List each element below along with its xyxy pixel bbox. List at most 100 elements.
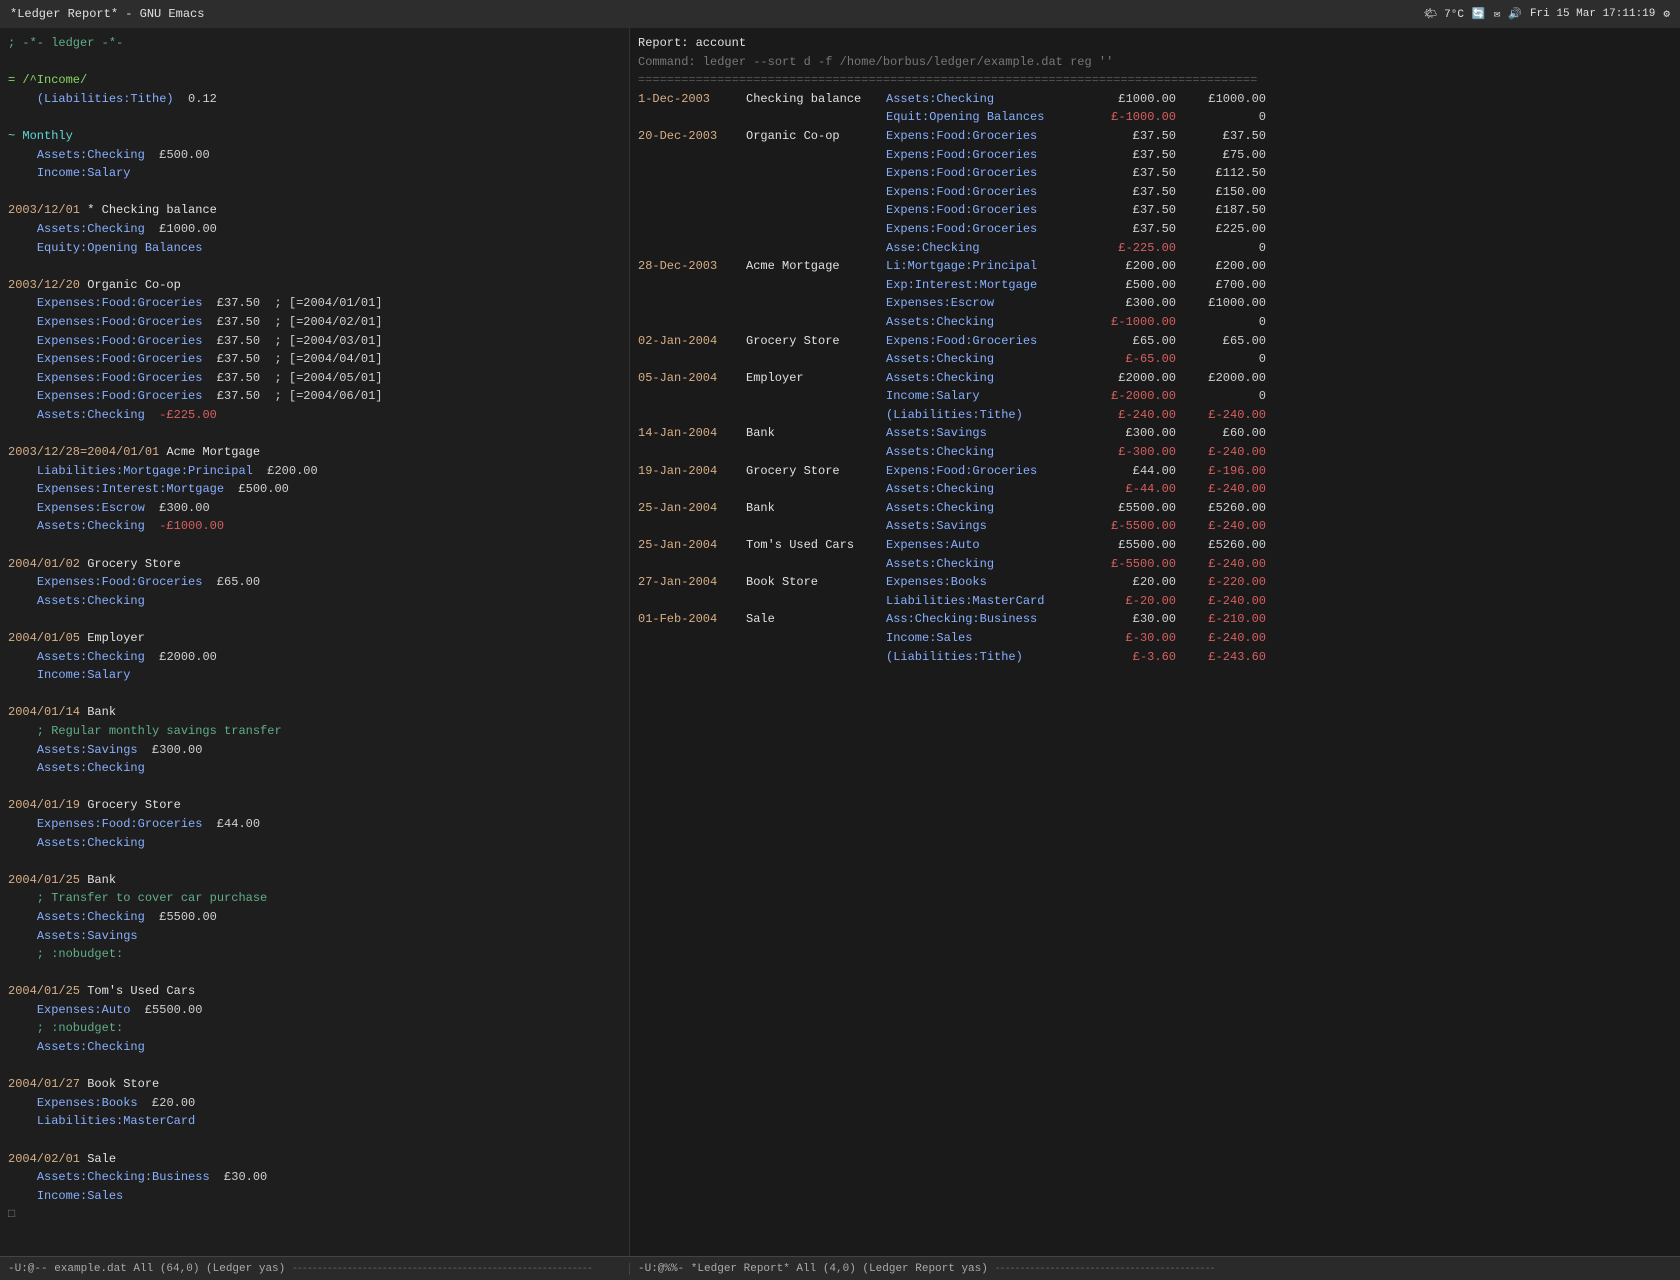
status-right: -U:@%%- *Ledger Report* All (4,0) (Ledge… [630, 1263, 1680, 1275]
email-icon[interactable]: ✉ [1494, 7, 1501, 21]
report-row: Assets:Checking£-44.00£-240.00 [638, 480, 1672, 499]
left-line-37: ; Regular monthly savings transfer [8, 722, 621, 741]
report-row: (Liabilities:Tithe)£-3.60£-243.60 [638, 648, 1672, 667]
left-line-13: 2003/12/20 Organic Co-op [8, 276, 621, 295]
left-line-2: = /^Income/ [8, 71, 621, 90]
report-row: Income:Salary£-2000.000 [638, 387, 1672, 406]
status-bar: -U:@-- example.dat All (64,0) (Ledger ya… [0, 1256, 1680, 1280]
left-line-27 [8, 536, 621, 555]
network-icon: 🔊 [1508, 7, 1522, 21]
left-mode-line: -U:@-- example.dat All (64,0) (Ledger ya… [8, 1263, 285, 1275]
left-line-60: 2004/02/01 Sale [8, 1150, 621, 1169]
left-line-40 [8, 778, 621, 797]
left-line-16: Expenses:Food:Groceries £37.50 ; [=2004/… [8, 332, 621, 351]
report-row: 27-Jan-2004Book StoreExpenses:Books£20.0… [638, 573, 1672, 592]
report-row: Expens:Food:Groceries£37.50£187.50 [638, 201, 1672, 220]
left-line-12 [8, 257, 621, 276]
left-line-58: Liabilities:MasterCard [8, 1112, 621, 1131]
left-line-32: 2004/01/05 Employer [8, 629, 621, 648]
report-command: Command: ledger --sort d -f /home/borbus… [638, 53, 1672, 72]
left-line-17: Expenses:Food:Groceries £37.50 ; [=2004/… [8, 350, 621, 369]
datetime-display: Fri 15 Mar 17:11:19 [1530, 8, 1655, 20]
settings-icon[interactable]: ⚙ [1663, 7, 1670, 21]
left-line-53: ; :nobudget: [8, 1019, 621, 1038]
report-header: Report: account [638, 34, 1672, 53]
left-line-56: 2004/01/27 Book Store [8, 1075, 621, 1094]
left-line-6: Assets:Checking £500.00 [8, 146, 621, 165]
report-row: 28-Dec-2003Acme MortgageLi:Mortgage:Prin… [638, 257, 1672, 276]
left-line-7: Income:Salary [8, 164, 621, 183]
report-row: 25-Jan-2004BankAssets:Checking£5500.00£5… [638, 499, 1672, 518]
left-line-20: Assets:Checking -£225.00 [8, 406, 621, 425]
report-row: Expens:Food:Groceries£37.50£75.00 [638, 146, 1672, 165]
left-line-4 [8, 108, 621, 127]
left-line-61: Assets:Checking:Business £30.00 [8, 1168, 621, 1187]
left-line-47: Assets:Checking £5500.00 [8, 908, 621, 927]
left-line-31 [8, 610, 621, 629]
report-row: 05-Jan-2004EmployerAssets:Checking£2000.… [638, 369, 1672, 388]
report-row: (Liabilities:Tithe)£-240.00£-240.00 [638, 406, 1672, 425]
refresh-icon[interactable]: 🔄 [1472, 7, 1486, 21]
left-line-38: Assets:Savings £300.00 [8, 741, 621, 760]
left-line-33: Assets:Checking £2000.00 [8, 648, 621, 667]
report-row: Income:Sales£-30.00£-240.00 [638, 629, 1672, 648]
left-line-1 [8, 53, 621, 72]
left-line-9: 2003/12/01 * Checking balance [8, 201, 621, 220]
report-row: Assets:Checking£-300.00£-240.00 [638, 443, 1672, 462]
report-row: Expens:Food:Groceries£37.50£112.50 [638, 164, 1672, 183]
left-line-29: Expenses:Food:Groceries £65.00 [8, 573, 621, 592]
title-bar: *Ledger Report* - GNU Emacs 🌤 7°C 🔄 ✉ 🔊 … [0, 0, 1680, 28]
report-row: Assets:Checking£-1000.000 [638, 313, 1672, 332]
report-row: 02-Jan-2004Grocery StoreExpens:Food:Groc… [638, 332, 1672, 351]
report-row: Expenses:Escrow£300.00£1000.00 [638, 294, 1672, 313]
left-line-46: ; Transfer to cover car purchase [8, 889, 621, 908]
report-row: Assets:Checking£-5500.00£-240.00 [638, 555, 1672, 574]
left-line-25: Expenses:Escrow £300.00 [8, 499, 621, 518]
left-line-45: 2004/01/25 Bank [8, 871, 621, 890]
left-line-35 [8, 685, 621, 704]
left-line-0: ; -*- ledger -*- [8, 34, 621, 53]
report-row: 19-Jan-2004Grocery StoreExpens:Food:Groc… [638, 462, 1672, 481]
right-mode-line: -U:@%%- *Ledger Report* All (4,0) (Ledge… [638, 1263, 988, 1275]
right-report-pane[interactable]: Report: accountCommand: ledger --sort d … [630, 28, 1680, 1256]
left-line-8 [8, 183, 621, 202]
left-line-3: (Liabilities:Tithe) 0.12 [8, 90, 621, 109]
left-line-15: Expenses:Food:Groceries £37.50 ; [=2004/… [8, 313, 621, 332]
left-line-59 [8, 1131, 621, 1150]
left-line-48: Assets:Savings [8, 927, 621, 946]
left-line-36: 2004/01/14 Bank [8, 703, 621, 722]
left-line-11: Equity:Opening Balances [8, 239, 621, 258]
left-line-55 [8, 1057, 621, 1076]
report-row: Equit:Opening Balances£-1000.000 [638, 108, 1672, 127]
report-row: Expens:Food:Groceries£37.50£150.00 [638, 183, 1672, 202]
left-line-18: Expenses:Food:Groceries £37.50 ; [=2004/… [8, 369, 621, 388]
weather-widget: 🌤 7°C [1424, 7, 1464, 21]
right-mode-dashes: ----------------------------------------… [994, 1264, 1214, 1275]
left-line-41: 2004/01/19 Grocery Store [8, 796, 621, 815]
left-line-21 [8, 424, 621, 443]
window-title: *Ledger Report* - GNU Emacs [10, 7, 204, 21]
left-line-42: Expenses:Food:Groceries £44.00 [8, 815, 621, 834]
report-row: Assets:Savings£-5500.00£-240.00 [638, 517, 1672, 536]
left-line-63: □ [8, 1205, 621, 1224]
left-line-52: Expenses:Auto £5500.00 [8, 1001, 621, 1020]
left-line-43: Assets:Checking [8, 834, 621, 853]
left-line-10: Assets:Checking £1000.00 [8, 220, 621, 239]
left-line-24: Expenses:Interest:Mortgage £500.00 [8, 480, 621, 499]
report-row: 14-Jan-2004BankAssets:Savings£300.00£60.… [638, 424, 1672, 443]
report-row: 1-Dec-2003Checking balanceAssets:Checkin… [638, 90, 1672, 109]
left-line-30: Assets:Checking [8, 592, 621, 611]
report-row: 20-Dec-2003Organic Co-opExpens:Food:Groc… [638, 127, 1672, 146]
report-row: Liabilities:MasterCard£-20.00£-240.00 [638, 592, 1672, 611]
left-line-26: Assets:Checking -£1000.00 [8, 517, 621, 536]
report-row: Asse:Checking£-225.000 [638, 239, 1672, 258]
left-line-22: 2003/12/28=2004/01/01 Acme Mortgage [8, 443, 621, 462]
left-line-34: Income:Salary [8, 666, 621, 685]
left-line-51: 2004/01/25 Tom's Used Cars [8, 982, 621, 1001]
left-line-14: Expenses:Food:Groceries £37.50 ; [=2004/… [8, 294, 621, 313]
left-line-44 [8, 852, 621, 871]
left-editor-pane[interactable]: ; -*- ledger -*- = /^Income/ (Liabilitie… [0, 28, 630, 1256]
left-line-19: Expenses:Food:Groceries £37.50 ; [=2004/… [8, 387, 621, 406]
left-line-57: Expenses:Books £20.00 [8, 1094, 621, 1113]
report-row: Exp:Interest:Mortgage£500.00£700.00 [638, 276, 1672, 295]
